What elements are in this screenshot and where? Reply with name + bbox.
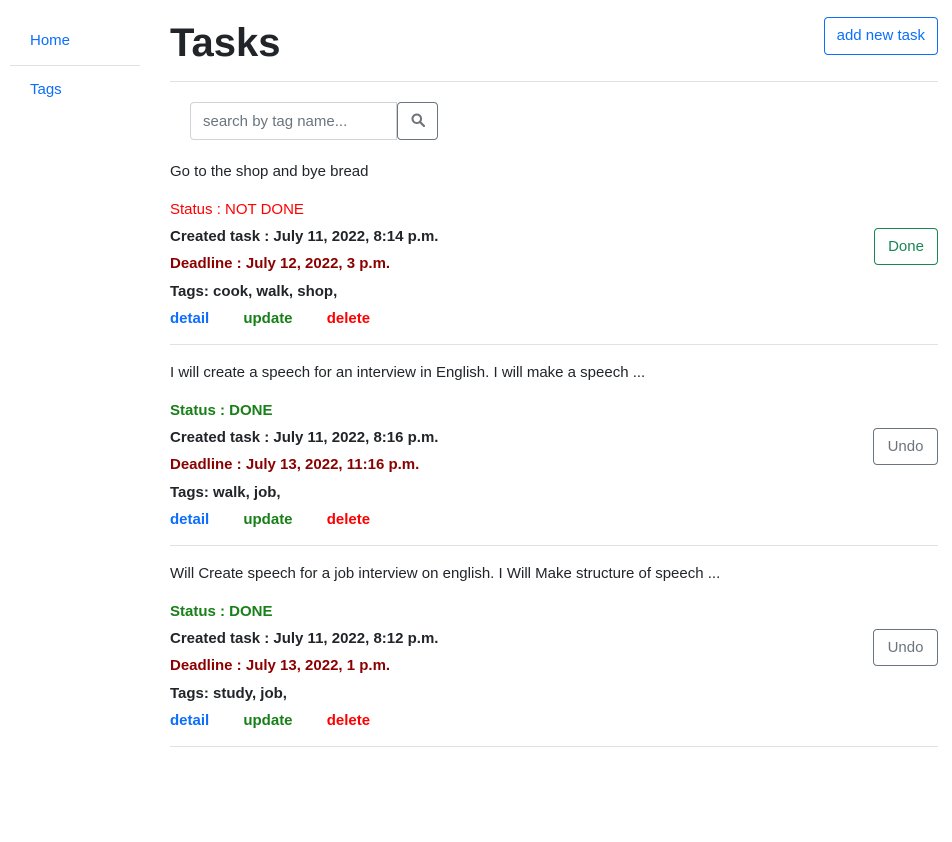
page-title: Tasks xyxy=(170,21,281,65)
detail-link[interactable]: detail xyxy=(170,511,209,528)
task-description: Will Create speech for a job interview o… xyxy=(170,565,721,582)
task-created: Created task : July 11, 2022, 8:14 p.m. xyxy=(170,228,439,245)
undo-button[interactable]: Undo xyxy=(873,629,938,666)
task-tags: Tags: cook, walk, shop, xyxy=(170,283,338,300)
task-item: Go to the shop and bye bread Status : NO… xyxy=(170,163,938,345)
task-deadline: Deadline : July 13, 2022, 1 p.m. xyxy=(170,657,391,674)
task-description: Go to the shop and bye bread xyxy=(170,163,369,180)
delete-link[interactable]: delete xyxy=(327,712,370,729)
search-button[interactable] xyxy=(397,102,438,140)
detail-link[interactable]: detail xyxy=(170,712,209,729)
task-status: Status : NOT DONE xyxy=(170,201,304,218)
search-input[interactable] xyxy=(190,102,397,140)
sidebar-item-tags[interactable]: Tags xyxy=(10,66,140,110)
update-link[interactable]: update xyxy=(243,712,292,729)
search-icon xyxy=(411,113,425,130)
task-status: Status : DONE xyxy=(170,402,273,419)
page-header: Tasks add new task xyxy=(170,0,938,82)
task-deadline: Deadline : July 12, 2022, 3 p.m. xyxy=(170,255,391,272)
task-item: Will Create speech for a job interview o… xyxy=(170,565,938,747)
task-links: detail update delete xyxy=(170,310,400,327)
sidebar-item-home[interactable]: Home xyxy=(10,22,140,65)
task-description: I will create a speech for an interview … xyxy=(170,364,646,381)
update-link[interactable]: update xyxy=(243,310,292,327)
task-links: detail update delete xyxy=(170,511,400,528)
task-status: Status : DONE xyxy=(170,603,273,620)
add-new-task-button[interactable]: add new task xyxy=(823,17,938,55)
task-links: detail update delete xyxy=(170,712,400,729)
search-form xyxy=(190,102,438,140)
task-created: Created task : July 11, 2022, 8:16 p.m. xyxy=(170,429,439,446)
task-tags: Tags: walk, job, xyxy=(170,484,281,501)
detail-link[interactable]: detail xyxy=(170,310,209,327)
task-created: Created task : July 11, 2022, 8:12 p.m. xyxy=(170,630,439,647)
update-link[interactable]: update xyxy=(243,511,292,528)
task-item: I will create a speech for an interview … xyxy=(170,364,938,546)
delete-link[interactable]: delete xyxy=(327,511,370,528)
task-deadline: Deadline : July 13, 2022, 11:16 p.m. xyxy=(170,456,420,473)
done-button[interactable]: Done xyxy=(874,228,938,265)
delete-link[interactable]: delete xyxy=(327,310,370,327)
undo-button[interactable]: Undo xyxy=(873,428,938,465)
main-content: Tasks add new task Go to the shop and by… xyxy=(170,0,938,747)
sidebar: Home Tags xyxy=(10,22,140,110)
task-tags: Tags: study, job, xyxy=(170,685,287,702)
